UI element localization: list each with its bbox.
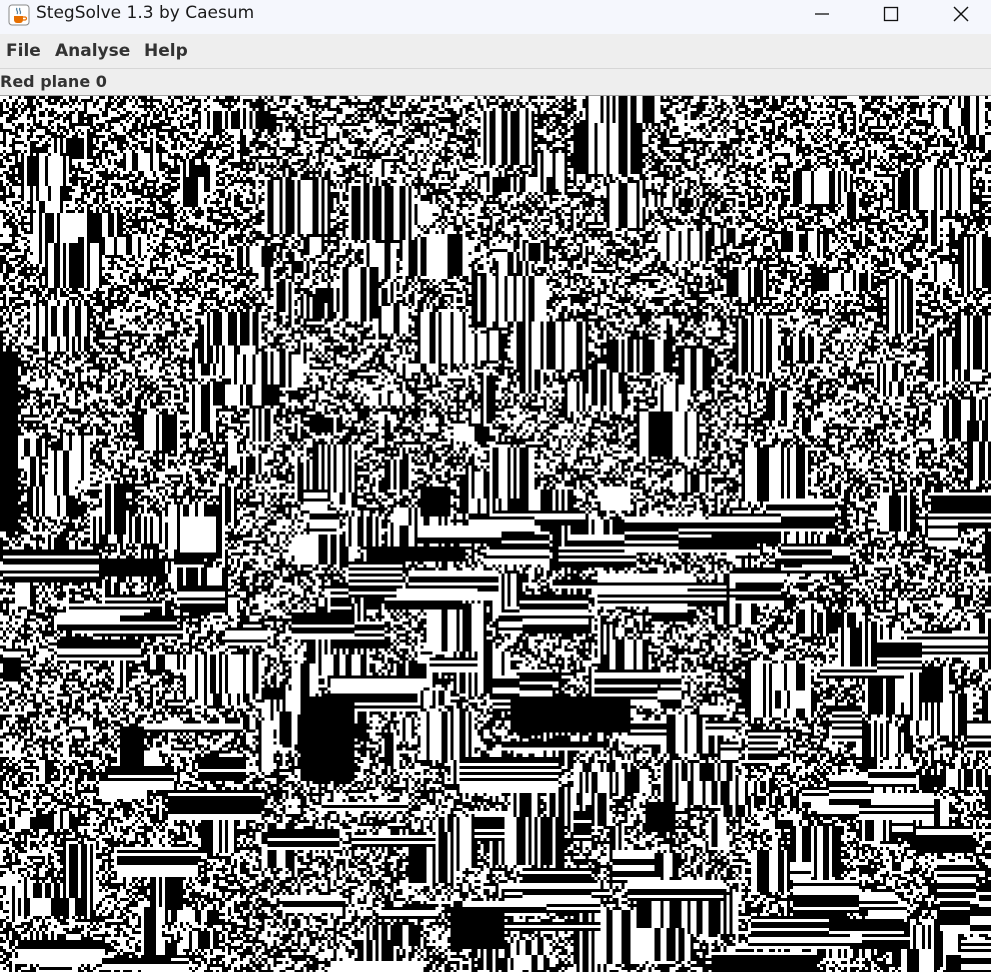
maximize-button[interactable] — [856, 0, 926, 28]
menu-analyse[interactable]: Analyse — [55, 41, 130, 61]
close-button[interactable] — [926, 0, 991, 28]
plane-label: Red plane 0 — [0, 72, 107, 91]
bitplane-image — [0, 96, 991, 972]
java-cup-icon — [8, 4, 30, 26]
minimize-icon — [814, 6, 830, 22]
bitplane-image-panel[interactable] — [0, 95, 991, 972]
maximize-icon — [883, 6, 899, 22]
menu-help[interactable]: Help — [144, 41, 188, 61]
stegsolve-window: StegSolve 1.3 by Caesum File Analyse Hel… — [0, 0, 991, 972]
menu-bar: File Analyse Help — [0, 34, 991, 69]
title-bar[interactable]: StegSolve 1.3 by Caesum — [0, 0, 991, 34]
minimize-button[interactable] — [787, 0, 857, 28]
close-icon — [952, 5, 970, 23]
menu-file[interactable]: File — [6, 41, 41, 61]
window-title: StegSolve 1.3 by Caesum — [36, 3, 255, 23]
